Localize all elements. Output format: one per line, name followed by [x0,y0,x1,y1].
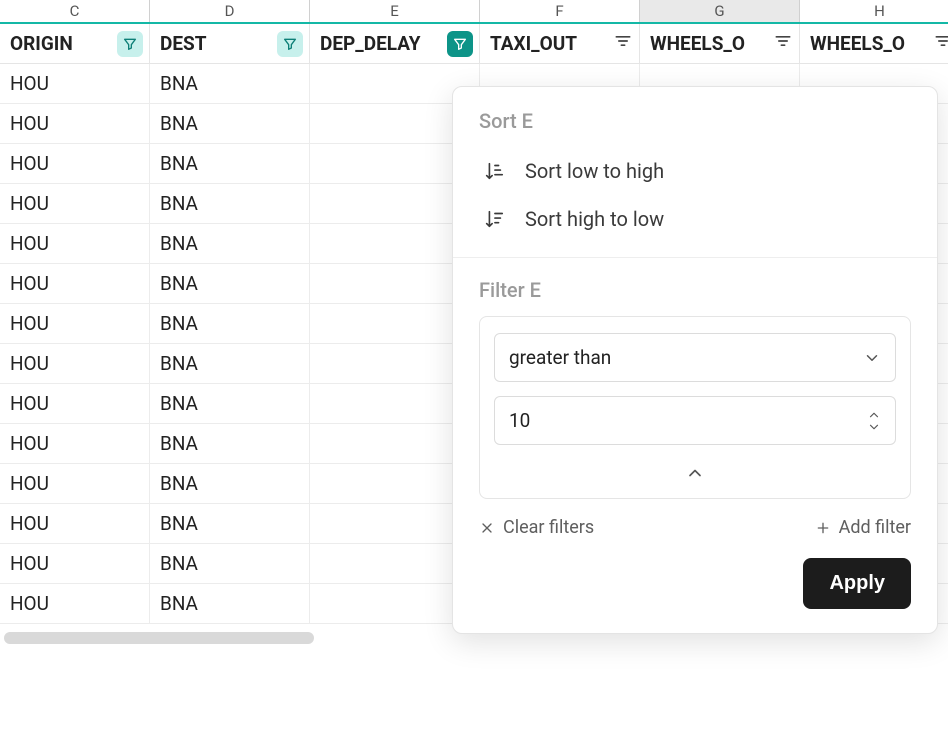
divider [453,257,937,258]
chevron-up-icon [685,463,705,483]
close-icon [479,520,495,536]
cell[interactable]: BNA [150,504,310,543]
header-row: ORIGIN DEST DEP_DELAY TAXI_OUT WHEELS_O [0,22,948,64]
column-menu-icon[interactable] [933,31,948,56]
filter-section-title: Filter E [479,278,911,302]
cell[interactable]: HOU [0,584,150,623]
cell[interactable]: BNA [150,584,310,623]
cell[interactable]: BNA [150,304,310,343]
cell[interactable]: HOU [0,184,150,223]
header-label: ORIGIN [10,32,73,55]
cell[interactable]: BNA [150,344,310,383]
cell[interactable]: BNA [150,64,310,103]
header-taxi-out[interactable]: TAXI_OUT [480,24,640,63]
filter-value: 10 [509,409,530,432]
apply-button[interactable]: Apply [803,558,911,609]
sort-asc-icon [483,160,505,182]
clear-filters-button[interactable]: Clear filters [479,517,594,538]
filter-popover: Sort E Sort low to high Sort high to low… [452,86,938,634]
header-dest[interactable]: DEST [150,24,310,63]
cell[interactable]: BNA [150,224,310,263]
sort-low-high-label: Sort low to high [525,159,664,183]
cell[interactable]: HOU [0,544,150,583]
clear-filters-label: Clear filters [503,517,594,538]
sort-section-title: Sort E [479,109,911,133]
number-stepper[interactable] [867,410,881,432]
header-label: DEST [160,32,207,55]
cell[interactable]: BNA [150,464,310,503]
header-dep-delay[interactable]: DEP_DELAY [310,24,480,63]
cell[interactable]: HOU [0,104,150,143]
chevron-up-icon [867,410,881,420]
cell[interactable]: BNA [150,544,310,583]
sort-desc-icon [483,208,505,230]
funnel-icon[interactable] [277,31,303,57]
cell[interactable]: BNA [150,424,310,463]
column-menu-icon[interactable] [613,31,633,56]
column-letter-row: C D E F G H [0,0,948,22]
cell[interactable]: HOU [0,344,150,383]
col-letter[interactable]: H [800,0,948,22]
col-letter[interactable]: D [150,0,310,22]
col-letter[interactable]: E [310,0,480,22]
cell[interactable]: BNA [150,184,310,223]
cell[interactable]: HOU [0,504,150,543]
cell[interactable]: HOU [0,304,150,343]
sort-low-to-high[interactable]: Sort low to high [479,147,911,195]
funnel-icon[interactable] [117,31,143,57]
chevron-down-icon [863,349,881,367]
col-letter[interactable]: C [0,0,150,22]
chevron-down-icon [867,422,881,432]
header-label: DEP_DELAY [320,32,421,55]
filter-operator-value: greater than [509,346,611,369]
add-filter-label: Add filter [839,517,911,538]
header-label: TAXI_OUT [490,32,577,55]
filter-operator-select[interactable]: greater than [494,333,896,382]
sort-high-to-low[interactable]: Sort high to low [479,195,911,243]
collapse-toggle[interactable] [494,459,896,490]
column-menu-icon[interactable] [773,31,793,56]
header-label: WHEELS_O [810,32,905,55]
add-filter-button[interactable]: Add filter [815,517,911,538]
col-letter[interactable]: F [480,0,640,22]
cell[interactable]: BNA [150,144,310,183]
header-wheels-off[interactable]: WHEELS_O [640,24,800,63]
funnel-icon-active[interactable] [447,31,473,57]
cell[interactable]: HOU [0,144,150,183]
header-label: WHEELS_O [650,32,745,55]
col-letter-selected[interactable]: G [640,0,800,22]
header-origin[interactable]: ORIGIN [0,24,150,63]
cell[interactable]: HOU [0,64,150,103]
cell[interactable]: HOU [0,464,150,503]
sort-high-low-label: Sort high to low [525,207,664,231]
horizontal-scrollbar[interactable] [4,632,314,644]
cell[interactable]: HOU [0,224,150,263]
plus-icon [815,520,831,536]
cell[interactable]: HOU [0,424,150,463]
filter-condition-box: greater than 10 [479,316,911,499]
cell[interactable]: BNA [150,384,310,423]
cell[interactable]: BNA [150,264,310,303]
cell[interactable]: BNA [150,104,310,143]
cell[interactable]: HOU [0,384,150,423]
filter-value-input[interactable]: 10 [494,396,896,445]
cell[interactable]: HOU [0,264,150,303]
header-wheels-on[interactable]: WHEELS_O [800,24,948,63]
